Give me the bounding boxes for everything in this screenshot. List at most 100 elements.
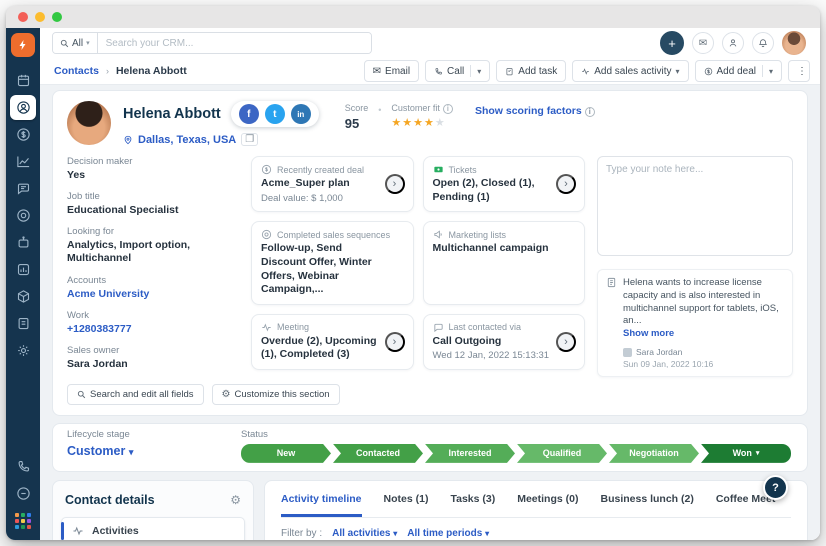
tab-business-lunch[interactable]: Business lunch (2) — [600, 481, 693, 517]
add-sales-activity-button[interactable]: Add sales activity ▾ — [572, 60, 689, 82]
details-item-activities[interactable]: Activities — [61, 516, 245, 540]
sidebar-item-analytics[interactable] — [10, 257, 36, 282]
contact-location[interactable]: Dallas, Texas, USA — [138, 134, 236, 146]
info-icon[interactable]: i — [442, 103, 453, 114]
search-input[interactable] — [97, 33, 371, 53]
filter-all-activities[interactable]: All activities ▾ — [332, 528, 397, 539]
caret-down-icon: ▾ — [755, 450, 760, 458]
sidebar-item-dashboard[interactable] — [10, 68, 36, 93]
breadcrumb: Contacts › Helena Abbott — [54, 65, 187, 77]
bottom-section: Contact details ⚙ Activities Contact fie… — [52, 479, 808, 540]
more-vertical-icon: ⋮ — [797, 65, 807, 77]
marketing-lists-card: Marketing lists Multichannel campaign — [422, 221, 585, 305]
gear-icon[interactable]: ⚙ — [230, 493, 241, 507]
add-deal-button[interactable]: Add deal ▾ — [694, 60, 782, 82]
email-button[interactable]: ✉ Email — [363, 60, 420, 82]
chevron-right-icon[interactable]: › — [384, 174, 405, 195]
breadcrumb-contacts-link[interactable]: Contacts — [54, 65, 99, 77]
add-deal-button-label: Add deal — [716, 65, 756, 77]
add-sales-activity-label: Add sales activity — [594, 65, 672, 77]
chevron-right-icon[interactable]: › — [384, 331, 405, 352]
more-actions-button[interactable]: ⋮ — [788, 60, 810, 82]
caret-down-icon[interactable]: ▾ — [477, 67, 481, 76]
sidebar-item-deals[interactable] — [10, 122, 36, 147]
chevron-right-icon[interactable]: › — [556, 331, 576, 352]
stage-new[interactable]: New — [241, 444, 331, 463]
caret-down-icon[interactable]: ▾ — [769, 67, 773, 76]
quick-add-button[interactable]: + — [660, 31, 684, 55]
app-sidebar — [6, 28, 40, 540]
email-inbox-button[interactable]: ✉ — [692, 32, 714, 54]
stage-contacted[interactable]: Contacted — [333, 444, 423, 463]
tab-meetings[interactable]: Meetings (0) — [517, 481, 578, 517]
tab-notes[interactable]: Notes (1) — [384, 481, 429, 517]
sidebar-item-outreach[interactable] — [10, 203, 36, 228]
person-icon — [729, 39, 737, 47]
sidebar-item-contacts[interactable] — [10, 95, 36, 120]
info-icon: i — [584, 106, 595, 117]
search-scope-dropdown[interactable]: All ▾ — [53, 33, 98, 53]
field-label: Accounts — [67, 274, 107, 286]
stage-won[interactable]: Won ▾ — [701, 443, 791, 463]
chevron-right-icon[interactable]: › — [556, 174, 576, 195]
author-avatar-icon — [623, 347, 632, 357]
search-scope-label: All — [72, 37, 84, 49]
call-button[interactable]: Call ▾ — [425, 60, 491, 82]
button-label: Search and edit all fields — [90, 388, 194, 400]
chat-minus-icon — [16, 487, 30, 500]
stage-qualified[interactable]: Qualified — [517, 444, 607, 463]
window-titlebar — [6, 6, 820, 28]
stage-negotiation[interactable]: Negotiation — [609, 444, 699, 463]
deal-dollar-icon — [261, 164, 272, 175]
sidebar-item-settings[interactable] — [10, 338, 36, 363]
lifecycle-stage-dropdown[interactable]: Customer ▾ — [67, 444, 217, 458]
close-window-button[interactable] — [18, 12, 28, 22]
customer-fit-column: Customer fit i ★★★★★ — [391, 103, 453, 129]
notifications-button[interactable] — [752, 32, 774, 54]
field-label: Work — [67, 309, 89, 321]
profile-alert-button[interactable] — [722, 32, 744, 54]
note-input[interactable] — [597, 156, 793, 256]
add-task-button-label: Add task — [518, 65, 558, 77]
tickets-card: Tickets Open (2), Closed (1), Pending (1… — [422, 156, 585, 213]
facebook-icon[interactable]: f — [238, 104, 259, 124]
add-task-button[interactable]: Add task — [496, 60, 567, 82]
search-edit-fields-button[interactable]: Search and edit all fields — [67, 383, 204, 405]
tab-tasks[interactable]: Tasks (3) — [450, 481, 495, 517]
customize-section-button[interactable]: ⚙ Customize this section — [211, 383, 340, 405]
sidebar-item-conversations[interactable] — [10, 176, 36, 201]
account-link[interactable]: Acme University — [67, 288, 239, 301]
sidebar-item-phone[interactable] — [10, 454, 36, 479]
freshsales-logo-icon[interactable] — [11, 33, 35, 57]
note-icon — [606, 277, 617, 369]
note-text: Helena wants to increase license capacit… — [623, 277, 784, 341]
sidebar-item-chat[interactable] — [10, 481, 36, 506]
document-icon — [18, 317, 28, 330]
help-button[interactable]: ? — [763, 475, 788, 500]
sidebar-item-bots[interactable] — [10, 230, 36, 255]
sidebar-item-reports[interactable] — [10, 149, 36, 174]
zoom-window-button[interactable] — [52, 12, 62, 22]
work-phone-link[interactable]: +1280383777 — [67, 323, 239, 336]
tab-activity-timeline[interactable]: Activity timeline — [281, 481, 362, 517]
card-value: Multichannel campaign — [432, 242, 549, 255]
twitter-icon[interactable]: t — [264, 104, 285, 124]
sidebar-item-app-switcher[interactable] — [10, 508, 36, 533]
minimize-window-button[interactable] — [35, 12, 45, 22]
caret-down-icon[interactable]: ▾ — [675, 67, 679, 76]
field-value: Yes — [67, 169, 86, 181]
show-scoring-factors-link[interactable]: Show scoring factors i — [475, 103, 595, 117]
filter-all-time-periods[interactable]: All time periods ▾ — [407, 528, 489, 539]
email-button-label: Email — [385, 65, 411, 77]
sales-sequences-card: Completed sales sequences Follow-up, Sen… — [251, 221, 414, 305]
show-more-link[interactable]: Show more — [623, 328, 784, 341]
sidebar-item-documents[interactable] — [10, 311, 36, 336]
bar-chart-icon — [17, 263, 29, 276]
stage-interested[interactable]: Interested — [425, 444, 515, 463]
card-value: Follow-up, Send Discount Offer, Winter O… — [261, 242, 372, 296]
card-value: Call Outgoing — [432, 334, 502, 347]
linkedin-icon[interactable]: in — [290, 104, 311, 124]
user-avatar[interactable] — [782, 31, 806, 55]
sidebar-item-products[interactable] — [10, 284, 36, 309]
copy-icon[interactable]: ❐ — [241, 133, 259, 146]
